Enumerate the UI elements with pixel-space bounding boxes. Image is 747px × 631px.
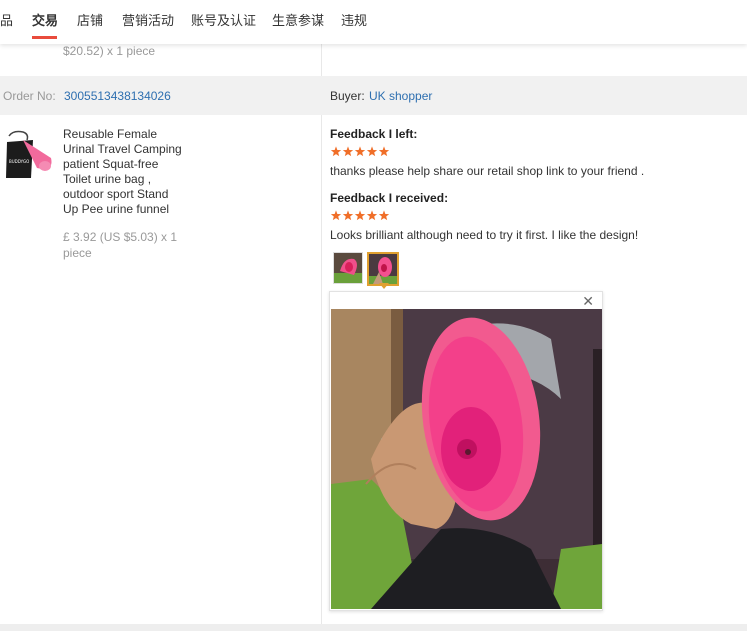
feedback-photo-thumb-1[interactable] [333,252,363,284]
product-price-line: piece [63,246,92,260]
product-title-line: patient Squat-free [63,157,159,171]
star-icon [330,210,342,221]
top-navigation: 品 交易 店铺 营销活动 账号及认证 生意参谋 违规 [0,0,747,44]
product-image[interactable]: BUDDYGO [3,128,53,180]
product-title-line: Up Pee urine funnel [63,202,170,216]
star-icon [366,210,378,221]
page-bottom-border [0,624,747,631]
tab-violations[interactable]: 违规 [341,10,367,29]
star-icon [378,146,390,157]
photo-preview-panel: ✕ [329,291,603,611]
star-icon [342,210,354,221]
order-header: Order No: 3005513438134026 Buyer: UK sho… [0,76,747,115]
star-icon [378,210,390,221]
product-price-line: £ 3.92 (US $5.03) x 1 [63,230,178,244]
product-title-line: outdoor sport Stand [63,187,169,201]
feedback-left-star-rating [330,146,390,157]
order-no-label: Order No: [3,89,56,103]
star-icon [330,146,342,157]
tab-business-advisor[interactable]: 生意参谋 [272,10,324,29]
star-icon [342,146,354,157]
star-icon [366,146,378,157]
tab-trade[interactable]: 交易 [32,10,58,29]
buyer-link[interactable]: UK shopper [369,89,432,103]
product-title-line: Urinal Travel Camping [63,142,182,156]
feedback-left-heading: Feedback I left: [330,127,418,141]
feedback-received-star-rating [330,210,390,221]
product-title-link[interactable]: Reusable Female Urinal Travel Camping pa… [63,127,198,217]
feedback-photo-thumb-2[interactable] [367,252,399,286]
star-icon [354,210,366,221]
feedback-received-text: Looks brilliant although need to try it … [330,228,639,242]
active-tab-indicator [32,36,57,39]
order-number-link[interactable]: 3005513438134026 [64,89,171,103]
close-icon[interactable]: ✕ [582,294,594,310]
tab-account[interactable]: 账号及认证 [191,10,256,29]
column-divider [321,115,322,624]
tab-store[interactable]: 店铺 [77,10,103,29]
tab-marketing[interactable]: 营销活动 [122,10,174,29]
column-divider [321,44,322,76]
feedback-photo-large [331,309,602,609]
tab-products[interactable]: 品 [0,10,13,29]
product-title-line: Toilet urine bag , [63,172,152,186]
previous-item-price: $20.52) x 1 piece [63,44,156,58]
selected-photo-pointer [379,283,389,289]
buyer-label: Buyer: [330,89,365,103]
product-image-brand: BUDDYGO [9,159,29,164]
product-title-line: Reusable Female [63,127,158,141]
feedback-received-heading: Feedback I received: [330,191,449,205]
product-price: £ 3.92 (US $5.03) x 1 piece [63,229,193,261]
feedback-left-text: thanks please help share our retail shop… [330,164,645,178]
star-icon [354,146,366,157]
